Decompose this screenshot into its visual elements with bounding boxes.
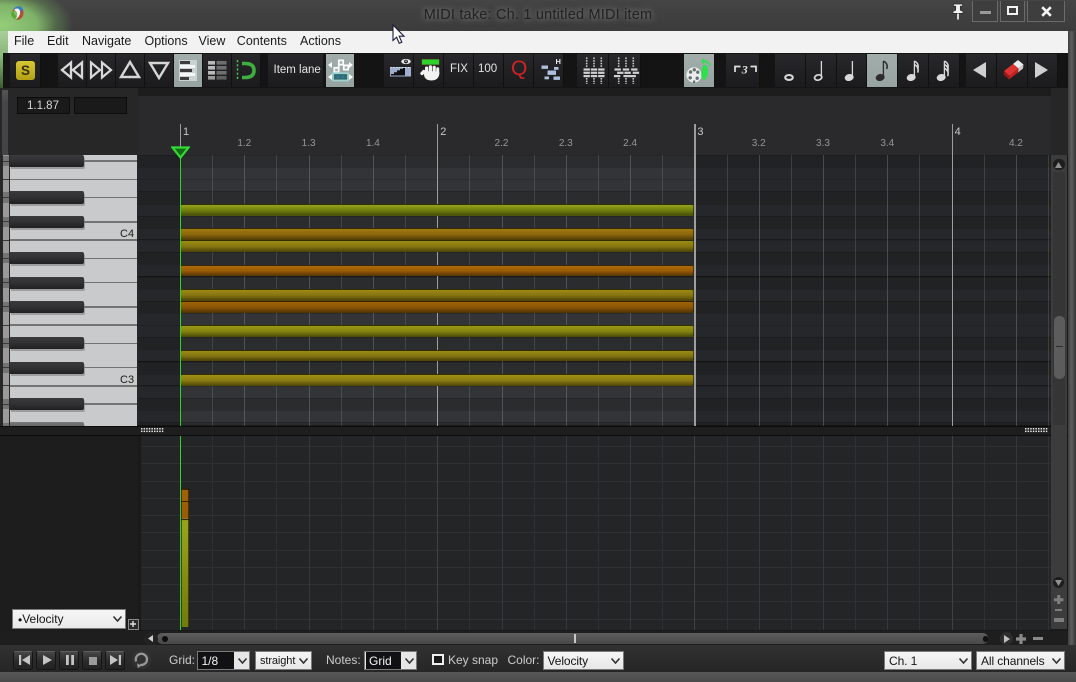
svg-text:3: 3	[741, 63, 748, 77]
svg-text:H: H	[556, 57, 561, 66]
